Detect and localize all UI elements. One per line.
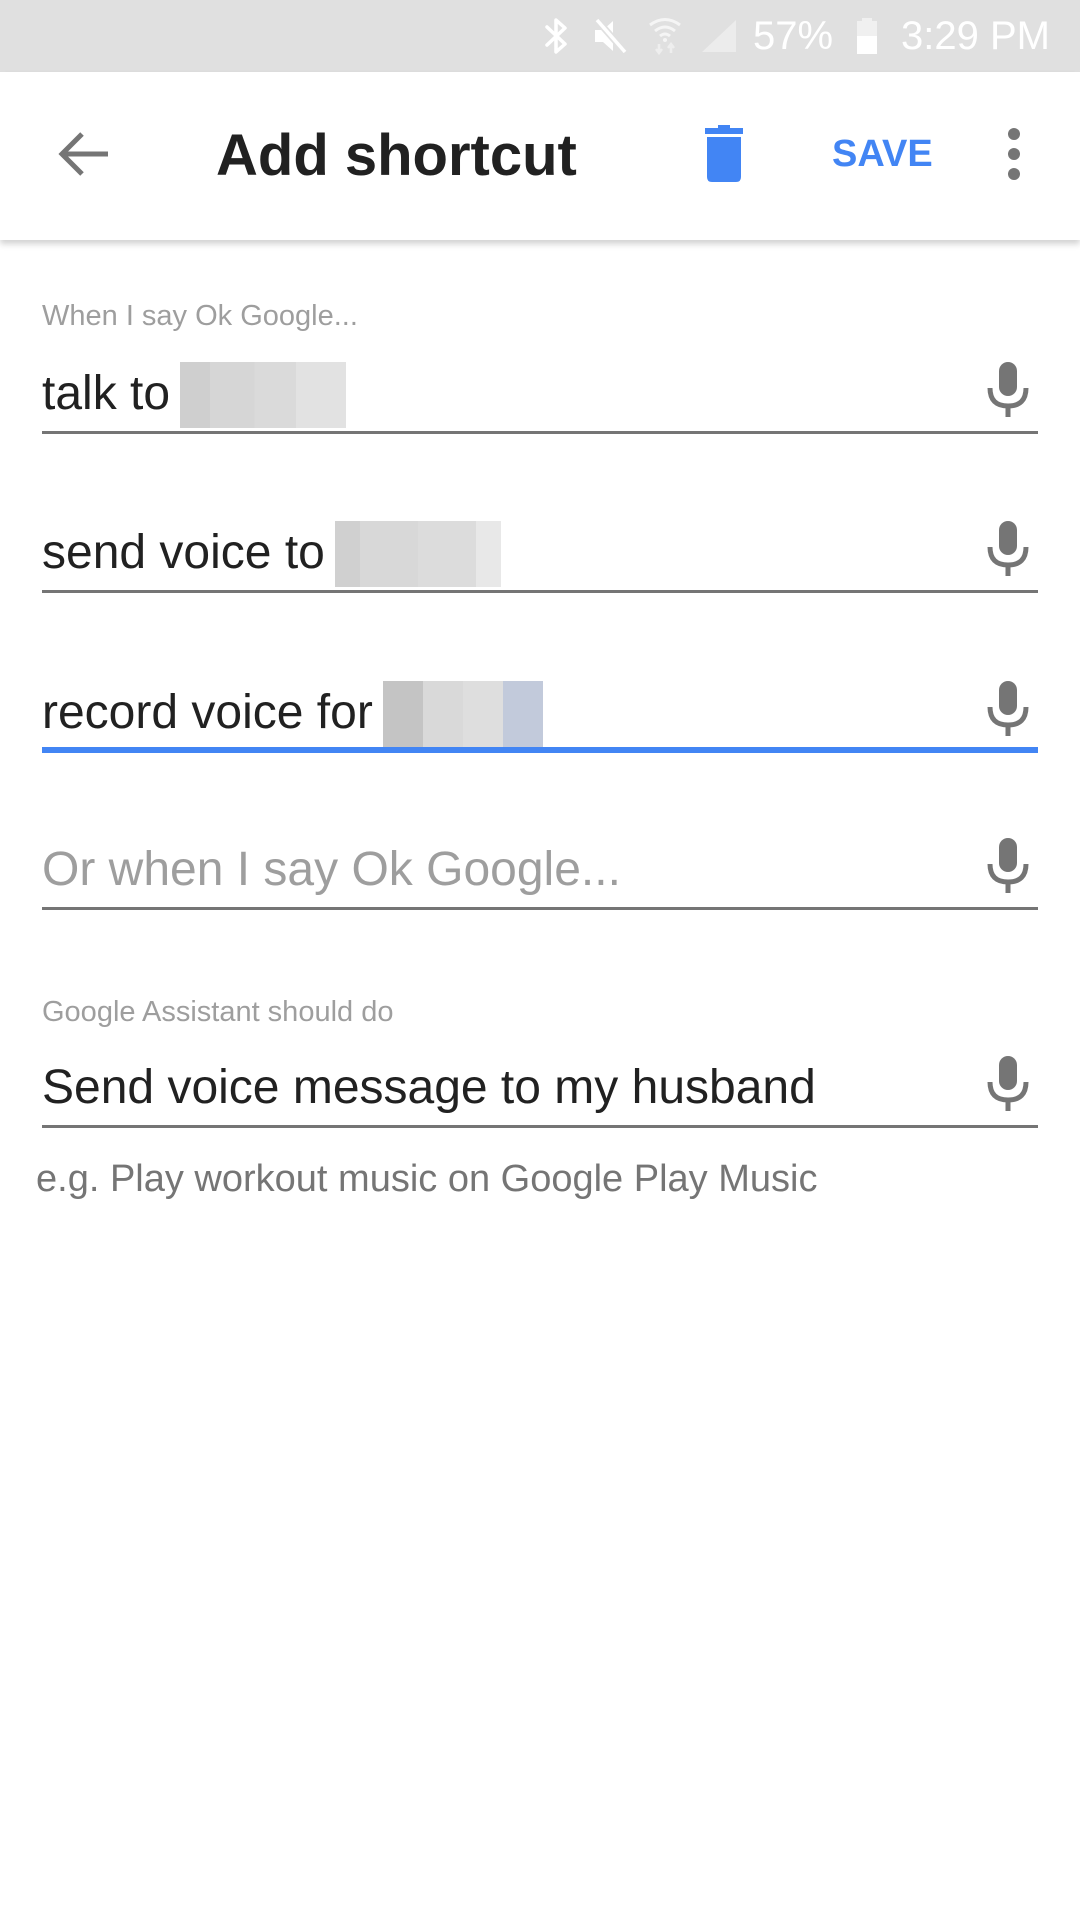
voice-input-button[interactable]: [978, 834, 1038, 900]
additional-trigger-placeholder[interactable]: Or when I say Ok Google...: [42, 842, 621, 898]
wifi-icon: [645, 16, 685, 56]
field-underline-focused: [42, 747, 1038, 753]
back-button[interactable]: [44, 116, 124, 196]
action-field[interactable]: Send voice message to my husband: [42, 1048, 1038, 1128]
battery-icon: [847, 16, 887, 56]
status-bar: 57% 3:29 PM: [0, 0, 1080, 72]
redacted-name: [334, 521, 501, 587]
action-helper-text: e.g. Play workout music on Google Play M…: [36, 1158, 818, 1200]
microphone-icon: [986, 836, 1030, 899]
microphone-icon: [986, 679, 1030, 742]
trigger-section-label: When I say Ok Google...: [42, 300, 358, 332]
action-field-value[interactable]: Send voice message to my husband: [42, 1060, 816, 1116]
trigger-field-1-value[interactable]: talk to: [42, 356, 347, 428]
microphone-icon: [986, 360, 1030, 423]
voice-input-button[interactable]: [978, 677, 1038, 743]
voice-input-button[interactable]: [978, 358, 1038, 424]
mute-icon: [591, 16, 631, 56]
voice-input-button[interactable]: [978, 517, 1038, 583]
more-options-button[interactable]: [990, 116, 1038, 196]
app-toolbar: Add shortcut SAVE: [0, 72, 1080, 240]
action-section-label: Google Assistant should do: [42, 996, 394, 1028]
microphone-icon: [986, 519, 1030, 582]
trigger-field-1[interactable]: talk to: [42, 354, 1038, 434]
voice-input-button[interactable]: [978, 1052, 1038, 1118]
bluetooth-icon: [537, 16, 577, 56]
redacted-name: [382, 681, 543, 747]
additional-trigger-field[interactable]: Or when I say Ok Google...: [42, 830, 1038, 910]
field-underline: [42, 590, 1038, 593]
trigger-field-2-value[interactable]: send voice to: [42, 515, 501, 587]
trash-icon: [704, 124, 744, 188]
field-underline: [42, 1125, 1038, 1128]
trigger-field-3[interactable]: record voice for: [42, 673, 1038, 753]
more-vertical-icon: [1006, 127, 1022, 185]
trigger-field-2[interactable]: send voice to: [42, 513, 1038, 593]
microphone-icon: [986, 1054, 1030, 1117]
trigger-field-3-value[interactable]: record voice for: [42, 675, 543, 747]
battery-percent: 57%: [752, 13, 834, 58]
field-underline: [42, 431, 1038, 434]
redacted-name: [180, 362, 347, 428]
save-button[interactable]: SAVE: [832, 132, 933, 176]
status-bar-indicators: 57% 3:29 PM: [537, 0, 1050, 72]
page-title: Add shortcut: [216, 123, 577, 188]
arrow-left-icon: [58, 130, 110, 183]
delete-button[interactable]: [690, 114, 758, 198]
field-underline: [42, 907, 1038, 910]
clock: 3:29 PM: [901, 13, 1050, 58]
signal-icon: [699, 16, 739, 56]
